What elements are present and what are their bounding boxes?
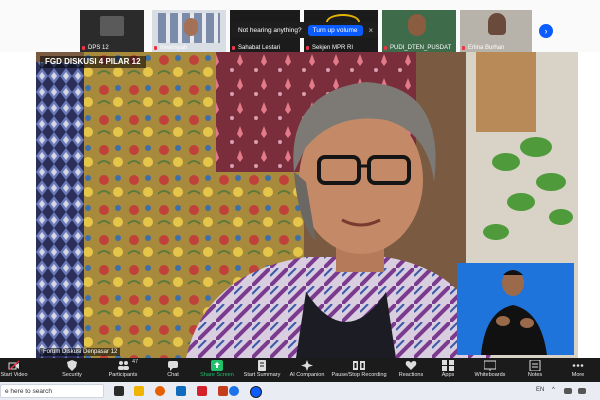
firefox-icon[interactable] [155,386,165,396]
notes-button[interactable]: Notes [522,358,548,382]
tile-face [488,13,506,35]
chevron-up-icon[interactable]: ^ [552,387,555,393]
close-icon[interactable]: × [369,26,374,35]
toolbar-label: More [571,372,585,378]
share-screen-icon [211,360,223,371]
speaker-name-label: Forum Diskusi Denpasar 12 [40,348,121,356]
audio-notice-text: Not hearing anything? [238,26,302,34]
more-icon [572,364,584,367]
taskbar-search-box[interactable]: e here to search [0,384,104,398]
store-icon[interactable] [176,386,186,396]
chat-button[interactable]: Chat [160,358,186,382]
whiteboard-icon [484,360,496,371]
participants-count: 47 [132,359,139,365]
mic-muted-icon [82,46,85,50]
participant-tile[interactable]: DPS 12 [80,10,144,52]
chrome-icon[interactable] [229,386,239,396]
pause-record-icon [353,361,365,370]
zoom-icon[interactable] [250,386,262,398]
toolbar-label: AI Companion [289,372,325,378]
toolbar-label: Apps [441,372,455,378]
security-button[interactable]: Security [56,358,88,382]
people-icon [118,361,129,370]
summary-icon [258,360,266,371]
turn-up-volume-button[interactable]: Turn up volume [307,24,363,36]
participant-name: Irwansyah [160,45,188,51]
network-icon[interactable] [564,388,572,394]
pdf-reader-icon[interactable] [197,386,207,396]
audio-notice: Not hearing anything? Turn up volume × [232,22,378,38]
start-video-button[interactable]: Start Video [0,358,28,382]
apps-button[interactable]: Apps [436,358,460,382]
sparkle-icon [301,360,313,371]
participant-name: PUDI_DTEN_PUSDAT [390,45,452,51]
apps-icon [442,360,454,371]
meeting-overlay-title: FGD DISKUSI 4 PILAR 12 [40,56,146,68]
participant-name: Sekjen MPR RI [312,45,354,51]
task-view-icon[interactable] [114,386,124,396]
participant-name: DPS 12 [88,45,109,51]
more-button[interactable]: More [566,358,590,382]
interpreter-scene [457,263,574,355]
toolbar-label: Start Summary [243,372,281,378]
notes-icon [529,360,541,371]
video-off-icon [8,360,20,371]
volume-icon[interactable] [578,388,586,394]
participant-tile[interactable]: Erlina Burhan [460,10,532,52]
participant-name: Erlina Burhan [468,45,505,51]
mic-muted-icon [154,46,157,50]
tile-face [184,18,198,36]
toolbar-label: Share Screen [200,372,234,378]
participant-tile[interactable]: Irwansyah [152,10,226,52]
mic-muted-icon [232,46,235,50]
office-icon[interactable] [218,386,228,396]
mic-muted-icon [462,46,465,50]
tile-image [100,16,124,36]
file-explorer-icon[interactable] [134,386,144,396]
tile-face [408,14,426,36]
start-summary-button[interactable]: Start Summary [242,358,282,382]
os-taskbar: e here to search EN ^ [0,382,600,400]
ai-companion-button[interactable]: AI Companion [288,358,326,382]
participants-button[interactable]: 47 Participants [104,358,142,382]
chat-icon [168,361,178,371]
pause-stop-recording-button[interactable]: Pause/Stop Recording [330,358,388,382]
toolbar-label: Start Video [0,372,28,378]
toolbar-label: Participants [108,372,138,378]
next-page-button[interactable]: › [539,24,553,38]
meeting-toolbar: Start Video Security 47 Participants Cha… [0,358,600,382]
toolbar-label: Whiteboards [474,372,506,378]
mic-muted-icon [306,46,309,50]
participant-tile[interactable]: PUDI_DTEN_PUSDAT [382,10,456,52]
shield-icon [67,360,77,371]
participant-strip: DPS 12 Irwansyah Sahabat Lestari Sekjen … [0,0,600,52]
sign-interpreter-video[interactable] [457,263,574,355]
language-indicator[interactable]: EN [536,387,544,393]
share-screen-button[interactable]: Share Screen [198,358,236,382]
toolbar-label: Reactions [398,372,424,378]
heart-icon [405,361,417,370]
reactions-button[interactable]: Reactions [396,358,426,382]
toolbar-label: Security [62,372,82,378]
toolbar-label: Notes [527,372,543,378]
whiteboards-button[interactable]: Whiteboards [472,358,508,382]
toolbar-label: Pause/Stop Recording [331,372,387,378]
participant-name: Sahabat Lestari [238,45,281,51]
toolbar-label: Chat [167,372,179,378]
mic-muted-icon [384,46,387,50]
